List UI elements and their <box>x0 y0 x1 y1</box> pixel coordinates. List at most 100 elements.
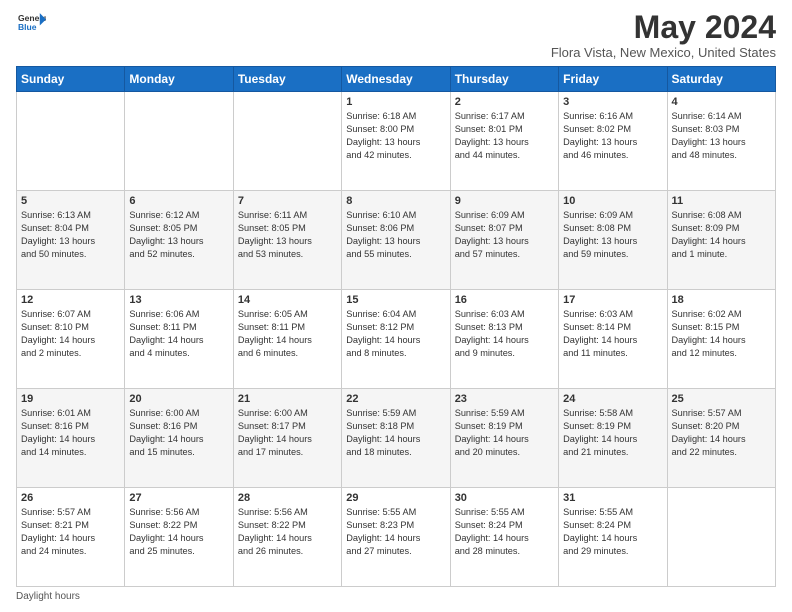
day-number: 13 <box>129 294 228 306</box>
day-cell-1: 1 Sunrise: 6:18 AM Sunset: 8:00 PM Daylig… <box>342 92 450 191</box>
day-number: 28 <box>238 492 337 504</box>
day-number: 6 <box>129 195 228 207</box>
day-number: 14 <box>238 294 337 306</box>
day-info: Sunrise: 6:00 AM Sunset: 8:17 PM Dayligh… <box>238 407 337 459</box>
calendar-week-row: 19Sunrise: 6:01 AM Sunset: 8:16 PM Dayli… <box>17 389 776 488</box>
col-header-friday: Friday <box>559 67 667 92</box>
calendar-week-row: 12 Sunrise: 6:07 AM Sunset: 8:10 PM Dayli… <box>17 290 776 389</box>
logo-icon: General Blue <box>18 10 46 38</box>
day-number: 27 <box>129 492 228 504</box>
day-info: Sunrise: 5:57 AM Sunset: 8:21 PM Dayligh… <box>21 506 120 558</box>
empty-cell <box>667 488 775 587</box>
day-cell-4: 4Sunrise: 6:14 AM Sunset: 8:03 PM Daylig… <box>667 92 775 191</box>
day-cell-28: 28 Sunrise: 5:56 AM Sunset: 8:22 PM Dayli… <box>233 488 341 587</box>
day-cell-5: 5Sunrise: 6:13 AM Sunset: 8:04 PM Daylig… <box>17 191 125 290</box>
col-header-tuesday: Tuesday <box>233 67 341 92</box>
day-cell-11: 11Sunrise: 6:08 AM Sunset: 8:09 PM Dayli… <box>667 191 775 290</box>
day-number: 26 <box>21 492 120 504</box>
day-number: 21 <box>238 393 337 405</box>
day-cell-20: 20Sunrise: 6:00 AM Sunset: 8:16 PM Dayli… <box>125 389 233 488</box>
day-info: Sunrise: 6:12 AM Sunset: 8:05 PM Dayligh… <box>129 209 228 261</box>
day-info: Sunrise: 5:55 AM Sunset: 8:24 PM Dayligh… <box>455 506 554 558</box>
day-cell-30: 30Sunrise: 5:55 AM Sunset: 8:24 PM Dayli… <box>450 488 558 587</box>
month-title: May 2024 <box>551 10 776 45</box>
header-right: May 2024 Flora Vista, New Mexico, United… <box>551 10 776 60</box>
day-info: Sunrise: 6:17 AM Sunset: 8:01 PM Dayligh… <box>455 110 554 162</box>
day-cell-8: 8 Sunrise: 6:10 AM Sunset: 8:06 PM Daylig… <box>342 191 450 290</box>
day-cell-7: 7 Sunrise: 6:11 AM Sunset: 8:05 PM Daylig… <box>233 191 341 290</box>
day-cell-25: 25 Sunrise: 5:57 AM Sunset: 8:20 PM Dayli… <box>667 389 775 488</box>
day-cell-2: 2 Sunrise: 6:17 AM Sunset: 8:01 PM Daylig… <box>450 92 558 191</box>
day-number: 29 <box>346 492 445 504</box>
day-info: Sunrise: 6:09 AM Sunset: 8:08 PM Dayligh… <box>563 209 662 261</box>
col-header-sunday: Sunday <box>17 67 125 92</box>
day-number: 1 <box>346 96 445 108</box>
day-info: Sunrise: 6:03 AM Sunset: 8:13 PM Dayligh… <box>455 308 554 360</box>
day-number: 11 <box>672 195 771 207</box>
calendar-table: SundayMondayTuesdayWednesdayThursdayFrid… <box>16 66 776 587</box>
location: Flora Vista, New Mexico, United States <box>551 45 776 60</box>
day-number: 10 <box>563 195 662 207</box>
day-info: Sunrise: 6:14 AM Sunset: 8:03 PM Dayligh… <box>672 110 771 162</box>
day-info: Sunrise: 5:56 AM Sunset: 8:22 PM Dayligh… <box>129 506 228 558</box>
day-number: 12 <box>21 294 120 306</box>
day-number: 25 <box>672 393 771 405</box>
day-number: 3 <box>563 96 662 108</box>
day-info: Sunrise: 6:01 AM Sunset: 8:16 PM Dayligh… <box>21 407 120 459</box>
page: General Blue May 2024 Flora Vista, New M… <box>0 0 792 612</box>
day-cell-16: 16Sunrise: 6:03 AM Sunset: 8:13 PM Dayli… <box>450 290 558 389</box>
day-info: Sunrise: 5:59 AM Sunset: 8:18 PM Dayligh… <box>346 407 445 459</box>
day-info: Sunrise: 5:55 AM Sunset: 8:23 PM Dayligh… <box>346 506 445 558</box>
day-info: Sunrise: 6:13 AM Sunset: 8:04 PM Dayligh… <box>21 209 120 261</box>
day-info: Sunrise: 6:10 AM Sunset: 8:06 PM Dayligh… <box>346 209 445 261</box>
day-cell-21: 21 Sunrise: 6:00 AM Sunset: 8:17 PM Dayli… <box>233 389 341 488</box>
day-number: 18 <box>672 294 771 306</box>
header: General Blue May 2024 Flora Vista, New M… <box>16 10 776 60</box>
day-cell-22: 22Sunrise: 5:59 AM Sunset: 8:18 PM Dayli… <box>342 389 450 488</box>
calendar-week-row: 1 Sunrise: 6:18 AM Sunset: 8:00 PM Daylig… <box>17 92 776 191</box>
day-info: Sunrise: 5:55 AM Sunset: 8:24 PM Dayligh… <box>563 506 662 558</box>
day-info: Sunrise: 5:58 AM Sunset: 8:19 PM Dayligh… <box>563 407 662 459</box>
day-info: Sunrise: 6:18 AM Sunset: 8:00 PM Dayligh… <box>346 110 445 162</box>
day-cell-26: 26 Sunrise: 5:57 AM Sunset: 8:21 PM Dayli… <box>17 488 125 587</box>
day-info: Sunrise: 6:00 AM Sunset: 8:16 PM Dayligh… <box>129 407 228 459</box>
day-number: 9 <box>455 195 554 207</box>
day-cell-13: 13 Sunrise: 6:06 AM Sunset: 8:11 PM Dayli… <box>125 290 233 389</box>
day-cell-10: 10 Sunrise: 6:09 AM Sunset: 8:08 PM Dayli… <box>559 191 667 290</box>
calendar-week-row: 5Sunrise: 6:13 AM Sunset: 8:04 PM Daylig… <box>17 191 776 290</box>
day-info: Sunrise: 6:06 AM Sunset: 8:11 PM Dayligh… <box>129 308 228 360</box>
col-header-monday: Monday <box>125 67 233 92</box>
day-cell-14: 14Sunrise: 6:05 AM Sunset: 8:11 PM Dayli… <box>233 290 341 389</box>
col-header-wednesday: Wednesday <box>342 67 450 92</box>
day-number: 23 <box>455 393 554 405</box>
calendar-week-row: 26 Sunrise: 5:57 AM Sunset: 8:21 PM Dayli… <box>17 488 776 587</box>
day-info: Sunrise: 6:04 AM Sunset: 8:12 PM Dayligh… <box>346 308 445 360</box>
day-number: 31 <box>563 492 662 504</box>
day-cell-23: 23Sunrise: 5:59 AM Sunset: 8:19 PM Dayli… <box>450 389 558 488</box>
day-cell-17: 17Sunrise: 6:03 AM Sunset: 8:14 PM Dayli… <box>559 290 667 389</box>
day-info: Sunrise: 6:07 AM Sunset: 8:10 PM Dayligh… <box>21 308 120 360</box>
day-info: Sunrise: 6:03 AM Sunset: 8:14 PM Dayligh… <box>563 308 662 360</box>
day-info: Sunrise: 5:56 AM Sunset: 8:22 PM Dayligh… <box>238 506 337 558</box>
day-number: 2 <box>455 96 554 108</box>
day-cell-29: 29 Sunrise: 5:55 AM Sunset: 8:23 PM Dayli… <box>342 488 450 587</box>
day-cell-9: 9Sunrise: 6:09 AM Sunset: 8:07 PM Daylig… <box>450 191 558 290</box>
day-cell-3: 3 Sunrise: 6:16 AM Sunset: 8:02 PM Daylig… <box>559 92 667 191</box>
day-number: 7 <box>238 195 337 207</box>
logo: General Blue <box>16 10 46 43</box>
day-number: 8 <box>346 195 445 207</box>
day-cell-31: 31 Sunrise: 5:55 AM Sunset: 8:24 PM Dayli… <box>559 488 667 587</box>
day-info: Sunrise: 5:57 AM Sunset: 8:20 PM Dayligh… <box>672 407 771 459</box>
day-number: 15 <box>346 294 445 306</box>
empty-cell <box>233 92 341 191</box>
svg-text:Blue: Blue <box>18 22 37 32</box>
day-cell-19: 19Sunrise: 6:01 AM Sunset: 8:16 PM Dayli… <box>17 389 125 488</box>
day-number: 24 <box>563 393 662 405</box>
calendar-header-row: SundayMondayTuesdayWednesdayThursdayFrid… <box>17 67 776 92</box>
day-info: Sunrise: 6:11 AM Sunset: 8:05 PM Dayligh… <box>238 209 337 261</box>
day-info: Sunrise: 6:16 AM Sunset: 8:02 PM Dayligh… <box>563 110 662 162</box>
col-header-thursday: Thursday <box>450 67 558 92</box>
day-cell-27: 27 Sunrise: 5:56 AM Sunset: 8:22 PM Dayli… <box>125 488 233 587</box>
footer-note: Daylight hours <box>16 591 776 602</box>
empty-cell <box>125 92 233 191</box>
